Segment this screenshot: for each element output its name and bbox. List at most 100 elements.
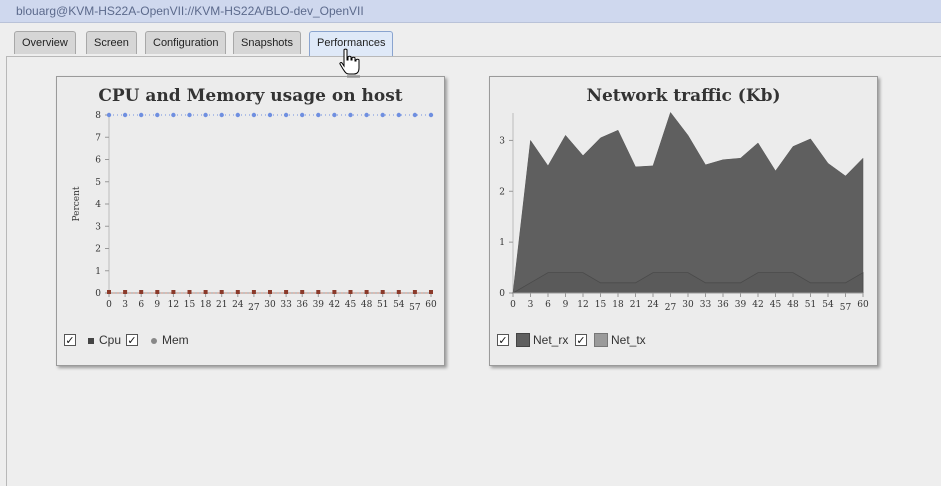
cpu-data-point [203,290,208,294]
mem-legend-label: Mem [162,333,189,347]
cpu-x-tick-label: 36 [296,300,308,310]
cpu-legend-marker [88,338,94,344]
cpu-data-point [139,290,144,294]
net-x-tick-label: 42 [752,300,763,310]
net-x-tick-label: 51 [805,300,816,310]
net-y-tick-label: 1 [499,238,505,248]
net-x-tick-label: 39 [735,300,747,310]
network-traffic-chart: 01230 3 6 9 12 15 18 21 24 27 30 33 36 39 42 45 48 51 54 57… [499,111,869,313]
window-title-bar: blouarg@KVM-HS22A-OpenVII://KVM-HS22A/BL… [0,0,941,23]
mem-data-point [332,112,337,118]
mem-legend-checkbox[interactable]: ✓ [126,334,138,347]
net-tx-legend-label: Net_tx [611,333,646,347]
cpu-y-tick-label: 5 [95,178,101,188]
cpu-data-point [171,290,176,294]
tab-snapshots[interactable]: Snapshots [233,31,301,54]
cpu-y-tick-label: 7 [95,133,101,143]
mem-data-point [139,112,144,118]
cpu-data-point [219,290,224,294]
net-rx-area [512,111,864,294]
cpu-x-tick-label: 12 [168,300,179,310]
net-x-tick-label: 0 [510,300,516,310]
cpu-x-tick-label: 9 [154,300,160,310]
tab-configuration[interactable]: Configuration [145,31,227,54]
cpu-memory-chart: 0123456780 3 6 9 12 15 18 21 24 27 30 33 36 39 42 45 48 5… [72,111,437,313]
cpu-x-tick-label: 30 [264,300,276,310]
net-x-tick-label: 12 [577,300,588,310]
mem-data-point [219,112,224,118]
mem-data-point [187,112,192,118]
cpu-legend-label: Cpu [99,333,122,347]
cpu-x-tick-label: 21 [216,300,227,310]
mem-legend-marker [151,338,157,344]
cpu-x-tick-label: 54 [393,300,405,310]
net-x-tick-label: 30 [682,300,694,310]
cpu-x-tick-label: 60 [425,300,437,310]
mem-data-point [396,112,401,118]
net-x-tick-label: 3 [528,300,534,310]
net-y-tick-label: 0 [499,289,505,299]
cpu-data-point [412,290,417,294]
net-rx-legend-label: Net_rx [533,333,569,347]
cpu-y-tick-label: 0 [95,289,101,299]
mem-data-point [283,112,289,118]
mem-data-point [380,112,385,118]
net-tx-legend-checkbox[interactable]: ✓ [575,334,587,347]
net-x-tick-label: 48 [787,300,799,310]
cpu-y-axis-label: Percent [72,186,82,221]
net-tx-legend-swatch [594,333,608,347]
mem-data-point [122,112,128,118]
cpu-x-tick-label: 18 [200,300,212,310]
cpu-y-tick-label: 2 [95,245,101,255]
mem-data-point [155,112,160,118]
cpu-y-tick-label: 6 [95,156,101,166]
net-x-tick-label: 36 [717,300,729,310]
cpu-x-tick-label: 0 [106,300,112,310]
net-y-tick-label: 3 [499,136,505,146]
cpu-x-tick-label: 3 [122,300,128,310]
cpu-data-point [332,290,337,294]
cpu-x-tick-label: 27 [248,303,260,313]
cpu-memory-chart-panel: CPU and Memory usage on host 01234567803… [56,76,445,366]
cpu-data-point [155,290,160,294]
cpu-data-point [429,290,433,294]
window-title: blouarg@KVM-HS22A-OpenVII://KVM-HS22A/BL… [16,4,364,18]
cpu-data-point [300,290,305,294]
mem-data-point [251,112,257,118]
cpu-x-tick-label: 57 [409,303,421,313]
cpu-x-tick-label: 51 [377,300,388,310]
cpu-y-tick-label: 4 [95,200,101,210]
cpu-data-point [364,290,369,294]
net-x-tick-label: 57 [840,303,852,313]
mem-data-point [428,112,434,118]
cpu-data-point [251,290,256,294]
cpu-data-point [348,290,353,294]
cpu-x-tick-label: 15 [184,300,196,310]
net-x-tick-label: 45 [770,300,782,310]
cpu-data-point [396,290,401,294]
cpu-data-point [123,290,128,294]
cpu-legend-checkbox[interactable]: ✓ [64,334,76,347]
net-x-tick-label: 18 [612,300,624,310]
cpu-x-tick-label: 42 [329,300,340,310]
cpu-x-tick-label: 48 [361,300,373,310]
net-x-tick-label: 24 [647,300,659,310]
net-x-tick-label: 15 [595,300,607,310]
net-x-tick-label: 60 [857,300,869,310]
cpu-data-point [268,290,272,294]
net-x-tick-label: 54 [822,300,834,310]
mem-data-point [235,112,240,118]
mem-data-point [300,112,305,118]
net-x-tick-label: 9 [563,300,569,310]
tab-screen[interactable]: Screen [86,31,137,54]
mem-data-point [412,112,418,118]
cpu-x-tick-label: 39 [313,300,325,310]
net-rx-legend-checkbox[interactable]: ✓ [497,334,509,347]
tab-overview[interactable]: Overview [14,31,76,54]
tab-bar: Overview Screen Configuration Snapshots … [0,31,941,56]
cpu-data-point [187,290,192,294]
cpu-x-tick-label: 24 [232,300,244,310]
cpu-x-tick-label: 6 [138,300,144,310]
mem-data-point [203,112,208,118]
hand-cursor-icon [339,48,360,78]
